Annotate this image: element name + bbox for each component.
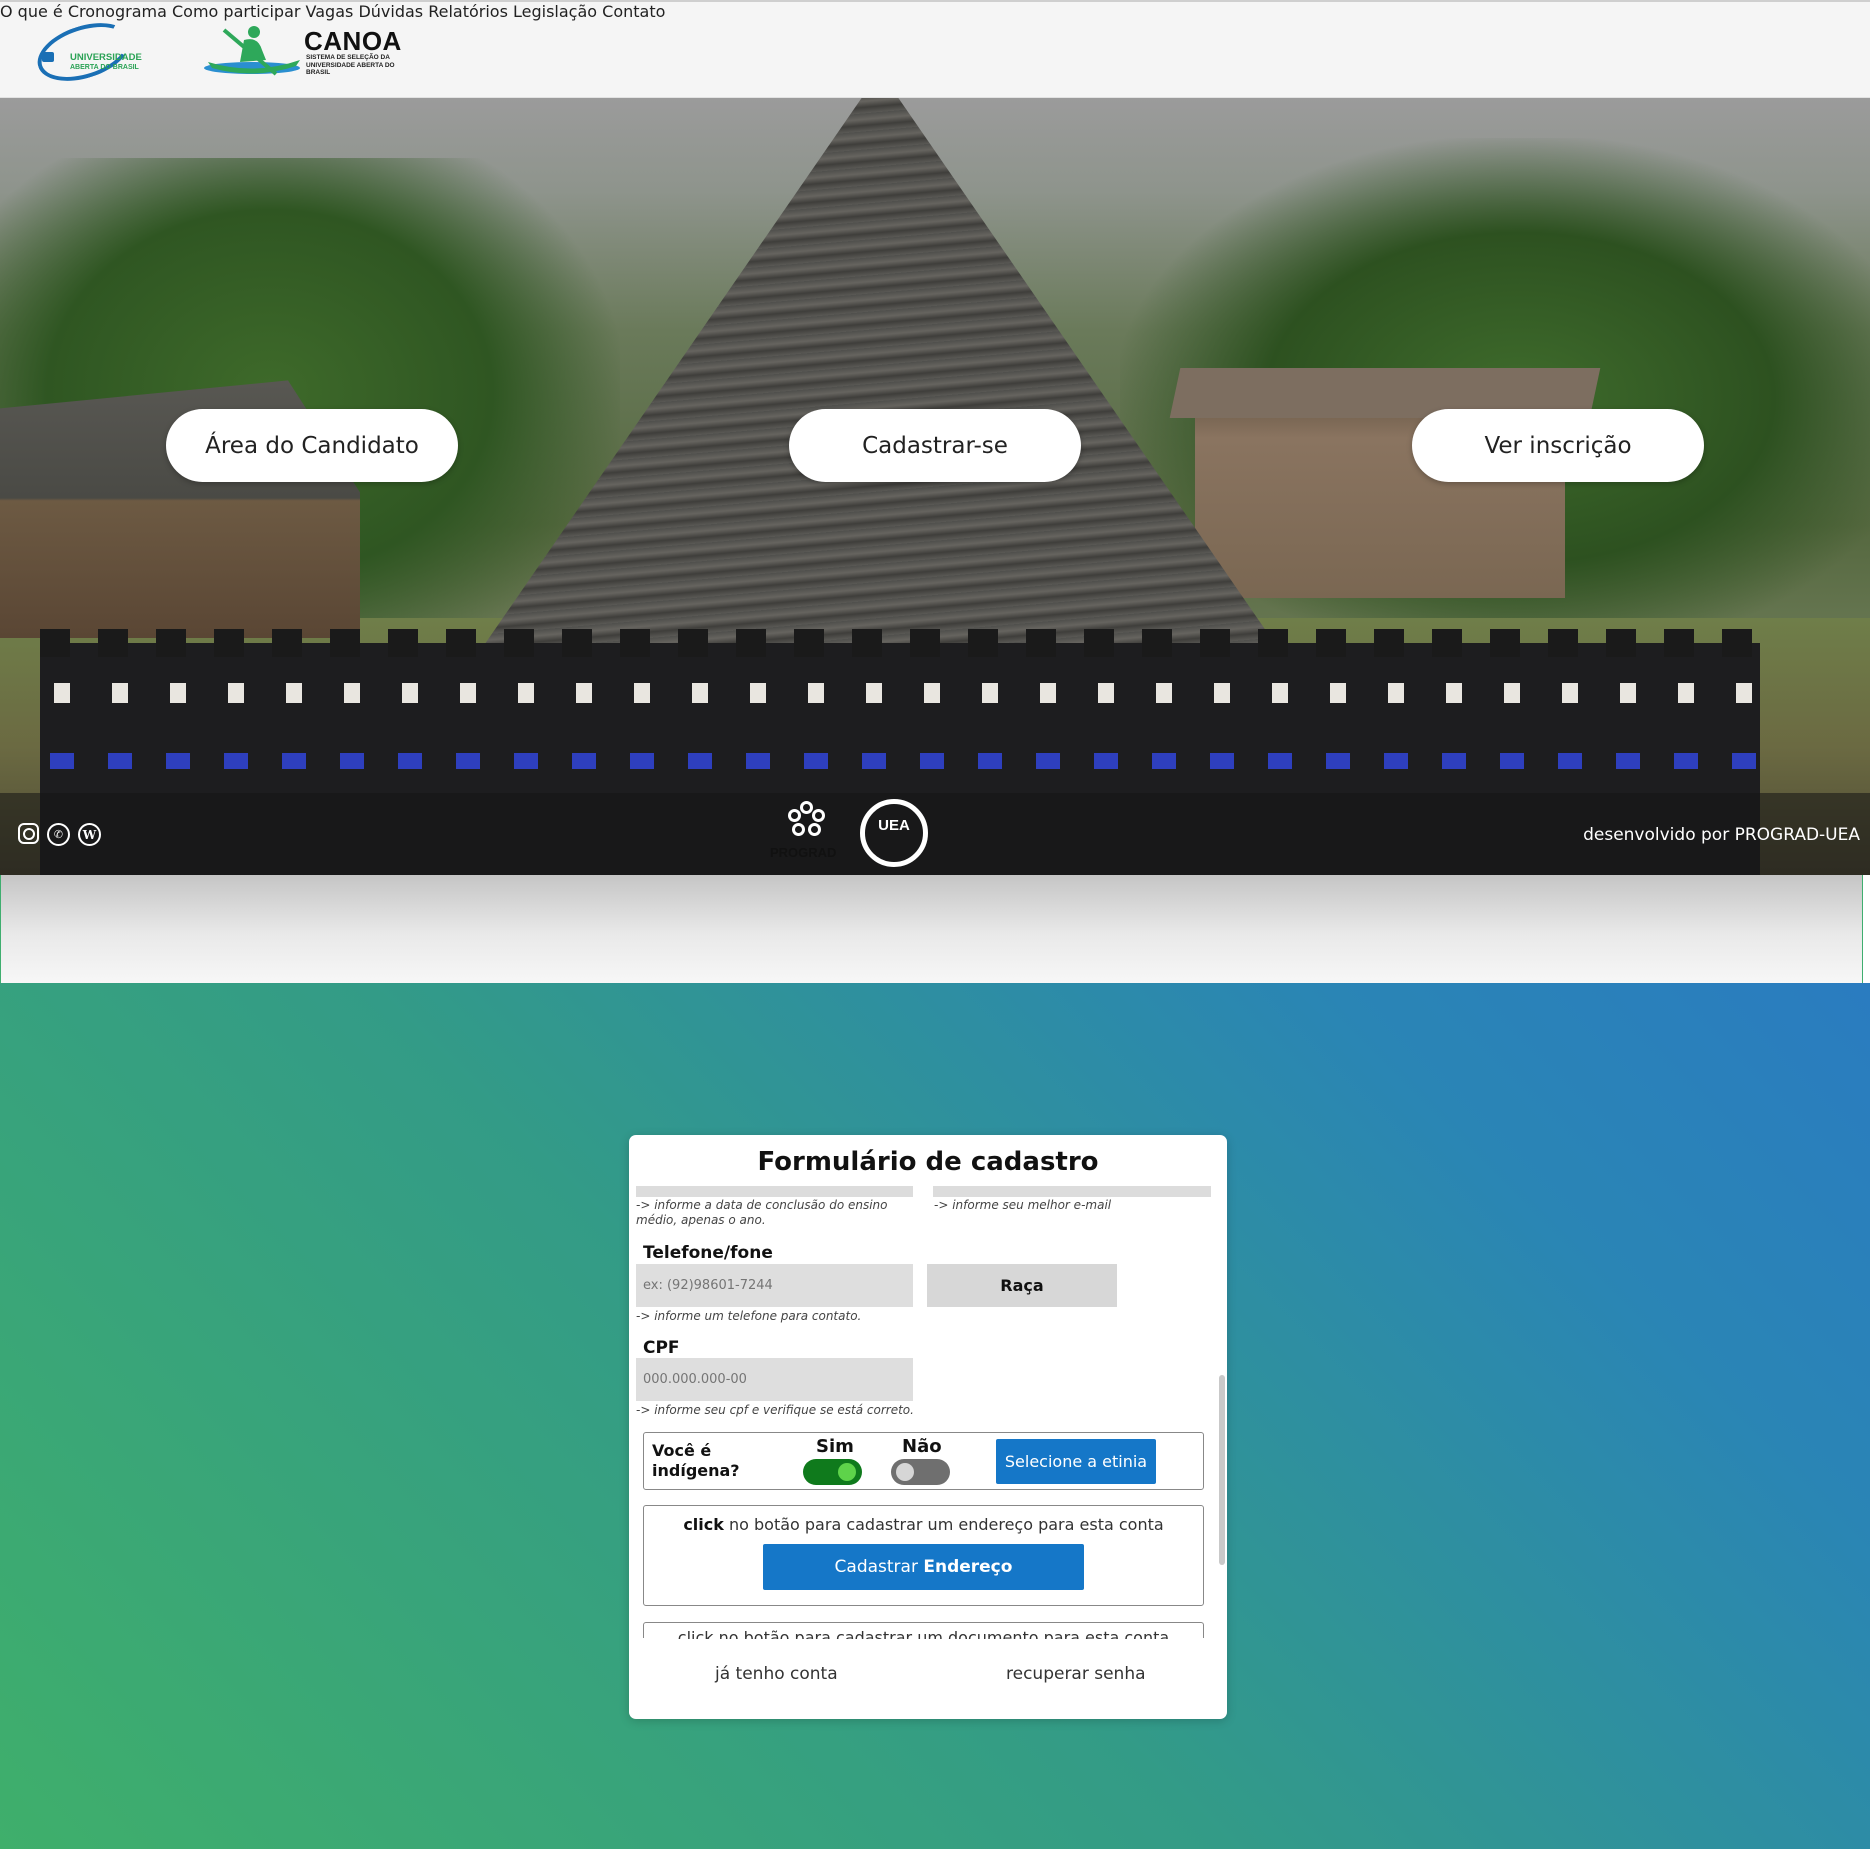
canoe-rower-icon	[204, 26, 300, 76]
conclusao-hint: -> informe a data de conclusão do ensino…	[636, 1198, 888, 1227]
nav-como-participar[interactable]: Como participar	[172, 2, 300, 21]
uab-logo[interactable]: UNIVERSIDADE ABERTA DO BRASIL	[30, 12, 148, 92]
cadastrar-button[interactable]: Cadastrar-se	[789, 409, 1081, 482]
top-navigation-bar: UNIVERSIDADE ABERTA DO BRASIL CANOA SIST…	[0, 0, 1870, 98]
uea-logo-label: UEA	[878, 817, 910, 834]
cpf-label: CPF	[643, 1338, 680, 1358]
cadastrar-endereco-bold: Endereço	[923, 1557, 1013, 1577]
cpf-hint: -> informe seu cpf e verifique se está c…	[636, 1403, 914, 1417]
sim-toggle[interactable]	[803, 1459, 862, 1485]
area-candidato-button[interactable]: Área do Candidato	[166, 409, 458, 482]
etnia-button[interactable]: Selecione a etinia	[996, 1439, 1156, 1484]
form-scrollbar[interactable]	[1219, 1375, 1225, 1565]
hero-banner: Área do Candidato Cadastrar-se Ver inscr…	[0, 98, 1870, 875]
nav-relatorios[interactable]: Relatórios	[428, 2, 508, 21]
instagram-icon[interactable]	[18, 823, 39, 844]
email-input-edge[interactable]	[933, 1186, 1211, 1197]
uab-logo-subtext: ABERTA DO BRASIL	[70, 64, 139, 71]
nao-label: Não	[902, 1436, 942, 1457]
main-menu: O que é Cronograma Como participar Vagas…	[0, 2, 1870, 21]
email-hint: -> informe seu melhor e-mail	[934, 1198, 1112, 1212]
endereco-instruction: click no botão para cadastrar um endereç…	[643, 1515, 1204, 1534]
recuperar-senha-link[interactable]: recuperar senha	[1006, 1664, 1146, 1684]
prograd-logo: PROGRAD	[770, 801, 844, 867]
hero-footer-bar: ✆ W PROGRAD UEA desenvolvido por PROGRAD…	[0, 793, 1870, 875]
uab-logo-badge	[42, 52, 54, 62]
sim-label: Sim	[816, 1436, 854, 1457]
nav-o-que-e[interactable]: O que é	[0, 2, 63, 21]
telefone-input[interactable]	[636, 1264, 913, 1307]
raca-button[interactable]: Raça	[927, 1264, 1117, 1307]
form-title: Formulário de cadastro	[757, 1147, 1099, 1177]
indigena-question: Você é indígena?	[652, 1441, 740, 1480]
prograd-flower-icon	[787, 801, 827, 841]
documento-instruction-clipped: click no botão para cadastrar um documen…	[643, 1624, 1204, 1639]
documento-instruction-text: click no botão para cadastrar um documen…	[677, 1628, 1170, 1639]
canoa-logo-name: CANOA	[304, 26, 402, 56]
telefone-hint: -> informe um telefone para contato.	[636, 1309, 862, 1323]
endereco-click-word: click	[683, 1515, 724, 1534]
ver-inscricao-button[interactable]: Ver inscrição	[1412, 409, 1704, 482]
conclusao-input-edge[interactable]	[636, 1186, 913, 1197]
nav-duvidas[interactable]: Dúvidas	[358, 2, 423, 21]
uab-logo-text: UNIVERSIDADE	[70, 52, 142, 63]
canoa-logo[interactable]: CANOA SISTEMA DE SELEÇÃO DA UNIVERSIDADE…	[204, 24, 404, 82]
wordpress-icon[interactable]: W	[78, 823, 101, 846]
ja-tenho-conta-link[interactable]: já tenho conta	[715, 1664, 838, 1684]
cadastrar-endereco-button[interactable]: Cadastrar Endereço	[763, 1544, 1084, 1590]
social-links: ✆ W	[18, 823, 101, 846]
nav-cronograma[interactable]: Cronograma	[68, 2, 167, 21]
canoa-logo-subtitle: SISTEMA DE SELEÇÃO DA UNIVERSIDADE ABERT…	[306, 54, 395, 76]
uea-logo: UEA	[860, 799, 928, 867]
cadastrar-endereco-prefix: Cadastrar	[834, 1557, 918, 1577]
endereco-instruction-text: no botão para cadastrar um endereço para…	[728, 1515, 1164, 1534]
divider-band	[0, 875, 1863, 983]
telefone-label: Telefone/fone	[643, 1243, 773, 1263]
nav-vagas[interactable]: Vagas	[306, 2, 354, 21]
cpf-input[interactable]	[636, 1358, 913, 1401]
nav-contato[interactable]: Contato	[602, 2, 665, 21]
nao-toggle[interactable]	[891, 1459, 950, 1485]
developer-credit: desenvolvido por PROGRAD-UEA	[1583, 825, 1860, 845]
nav-legislacao[interactable]: Legislação	[513, 2, 597, 21]
whatsapp-icon[interactable]: ✆	[47, 823, 70, 846]
prograd-logo-label: PROGRAD	[770, 845, 837, 860]
